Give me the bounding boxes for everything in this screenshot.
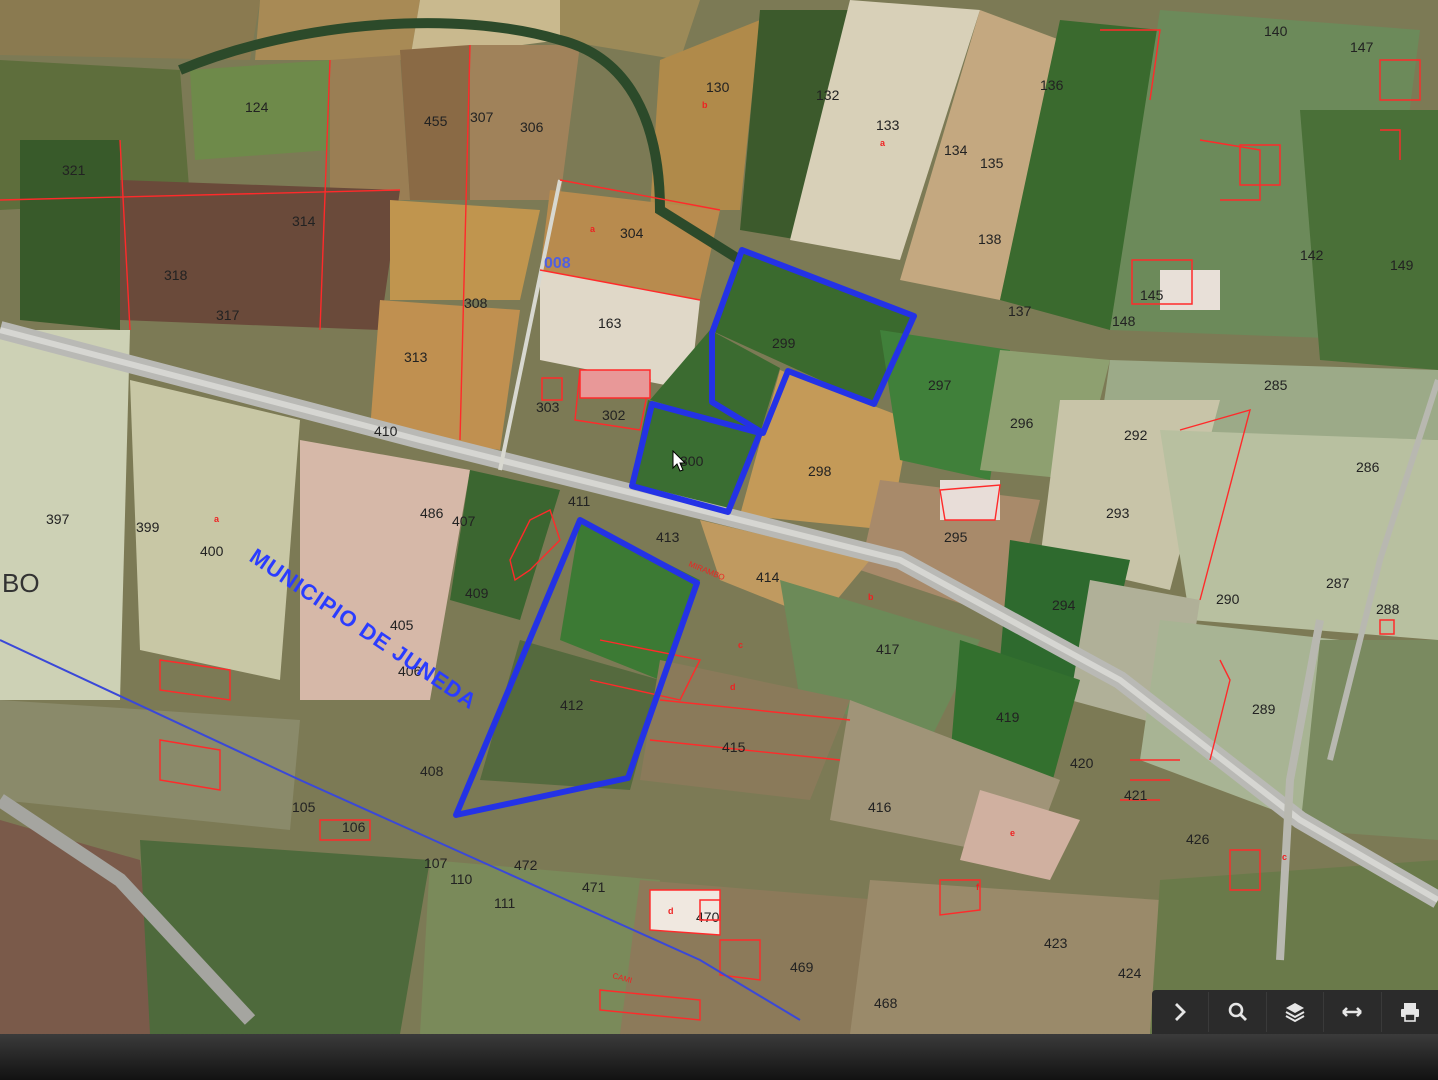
parcel-label: 294: [1052, 597, 1076, 613]
parcel-label: 307: [470, 109, 494, 125]
parcel-label: 290: [1216, 591, 1240, 607]
parcel-label: 415: [722, 739, 746, 755]
parcel-label: 412: [560, 697, 584, 713]
parcel-label: 421: [1124, 787, 1148, 803]
parcel-label: 410: [374, 423, 398, 439]
search-button[interactable]: [1209, 992, 1267, 1032]
parcel-label: 472: [514, 857, 538, 873]
parcel-label: 308: [464, 295, 488, 311]
parcel-label: 426: [1186, 831, 1210, 847]
layers-icon: [1285, 1003, 1305, 1023]
red-mark: c: [738, 640, 743, 650]
place-label: BO: [2, 568, 40, 598]
parcel-label: 399: [136, 519, 160, 535]
parcel-label: 416: [868, 799, 892, 815]
parcel-label: 417: [876, 641, 900, 657]
parcel-label: 469: [790, 959, 814, 975]
parcel-label: 313: [404, 349, 428, 365]
parcel-label: 140: [1264, 23, 1288, 39]
parcel-label: 133: [876, 117, 900, 133]
parcel-label: 110: [450, 871, 473, 887]
parcel-label: 288: [1376, 601, 1400, 617]
parcel-label: 124: [245, 99, 269, 115]
parcel-label: 297: [928, 377, 952, 393]
parcel-label: 411: [568, 493, 591, 509]
red-mark: d: [668, 906, 674, 916]
measure-button[interactable]: [1324, 992, 1382, 1032]
parcel-label: 106: [342, 819, 366, 835]
parcel-label: 304: [620, 225, 644, 241]
parcel-label: 130: [706, 79, 730, 95]
print-icon: [1400, 1003, 1419, 1022]
parcel-label: 314: [292, 213, 316, 229]
parcel-label: 111: [494, 895, 515, 911]
parcel-label: 132: [816, 87, 840, 103]
parcel-label: 420: [1070, 755, 1094, 771]
parcel-label: 295: [944, 529, 968, 545]
place-code-label: 008: [544, 255, 571, 272]
parcel-label: 289: [1252, 701, 1276, 717]
parcel-label: 419: [996, 709, 1020, 725]
parcel-label: 397: [46, 511, 70, 527]
next-button[interactable]: [1152, 992, 1210, 1032]
parcel-label: 142: [1300, 247, 1324, 263]
parcel-label: 302: [602, 407, 626, 423]
parcel-label: 299: [772, 335, 796, 351]
parcel-label: 287: [1326, 575, 1350, 591]
parcel-label: 105: [292, 799, 316, 815]
parcel-label: 409: [465, 585, 489, 601]
parcel-label: 405: [390, 617, 414, 633]
chevron-right-icon: [1175, 1003, 1187, 1021]
arrows-horizontal-icon: [1342, 1007, 1363, 1017]
parcel-label: 471: [582, 879, 606, 895]
parcel-label: 317: [216, 307, 240, 323]
parcel-label: 400: [200, 543, 224, 559]
parcel-label: 136: [1040, 77, 1064, 93]
red-mark: b: [702, 100, 708, 110]
parcel-label: 145: [1140, 287, 1164, 303]
parcel-label: 298: [808, 463, 832, 479]
parcel-label: 147: [1350, 39, 1374, 55]
cadastral-map[interactable]: 130 132 133 134 135 136 124 455 307 306 …: [0, 0, 1438, 1080]
print-button[interactable]: [1382, 992, 1438, 1032]
parcel-label: 318: [164, 267, 188, 283]
parcel-label: 408: [420, 763, 444, 779]
red-mark: c: [1282, 852, 1287, 862]
parcel-label: 423: [1044, 935, 1068, 951]
parcel-label: 285: [1264, 377, 1288, 393]
parcel-label: 296: [1010, 415, 1034, 431]
parcel-label: 424: [1118, 965, 1142, 981]
layers-button[interactable]: [1267, 992, 1325, 1032]
parcel-label: 135: [980, 155, 1004, 171]
parcel-label: 321: [62, 162, 86, 178]
parcel-label: 293: [1106, 505, 1130, 521]
map-toolbar: [1152, 990, 1438, 1034]
search-icon: [1228, 1002, 1247, 1021]
parcel-label: 413: [656, 529, 680, 545]
red-mark: b: [868, 592, 874, 602]
parcel-label: 455: [424, 113, 448, 129]
screen-bezel: [0, 1034, 1438, 1080]
parcel-label: 137: [1008, 303, 1032, 319]
parcel-label: 303: [536, 399, 560, 415]
red-mark: d: [730, 682, 736, 692]
parcel-label: 292: [1124, 427, 1148, 443]
parcel-label: 107: [424, 855, 448, 871]
parcel-label: 138: [978, 231, 1002, 247]
parcel-label: 306: [520, 119, 544, 135]
parcel-label: 414: [756, 569, 780, 585]
mouse-cursor-icon: [672, 450, 686, 472]
parcel-label: 134: [944, 142, 968, 158]
parcel-label: 286: [1356, 459, 1380, 475]
parcel-label: 149: [1390, 257, 1414, 273]
parcel-label: 468: [874, 995, 898, 1011]
parcel-label: 148: [1112, 313, 1136, 329]
parcel-label: 163: [598, 315, 622, 331]
parcel-label: 407: [452, 513, 476, 529]
parcel-label: 486: [420, 505, 444, 521]
red-mark: e: [1010, 828, 1015, 838]
